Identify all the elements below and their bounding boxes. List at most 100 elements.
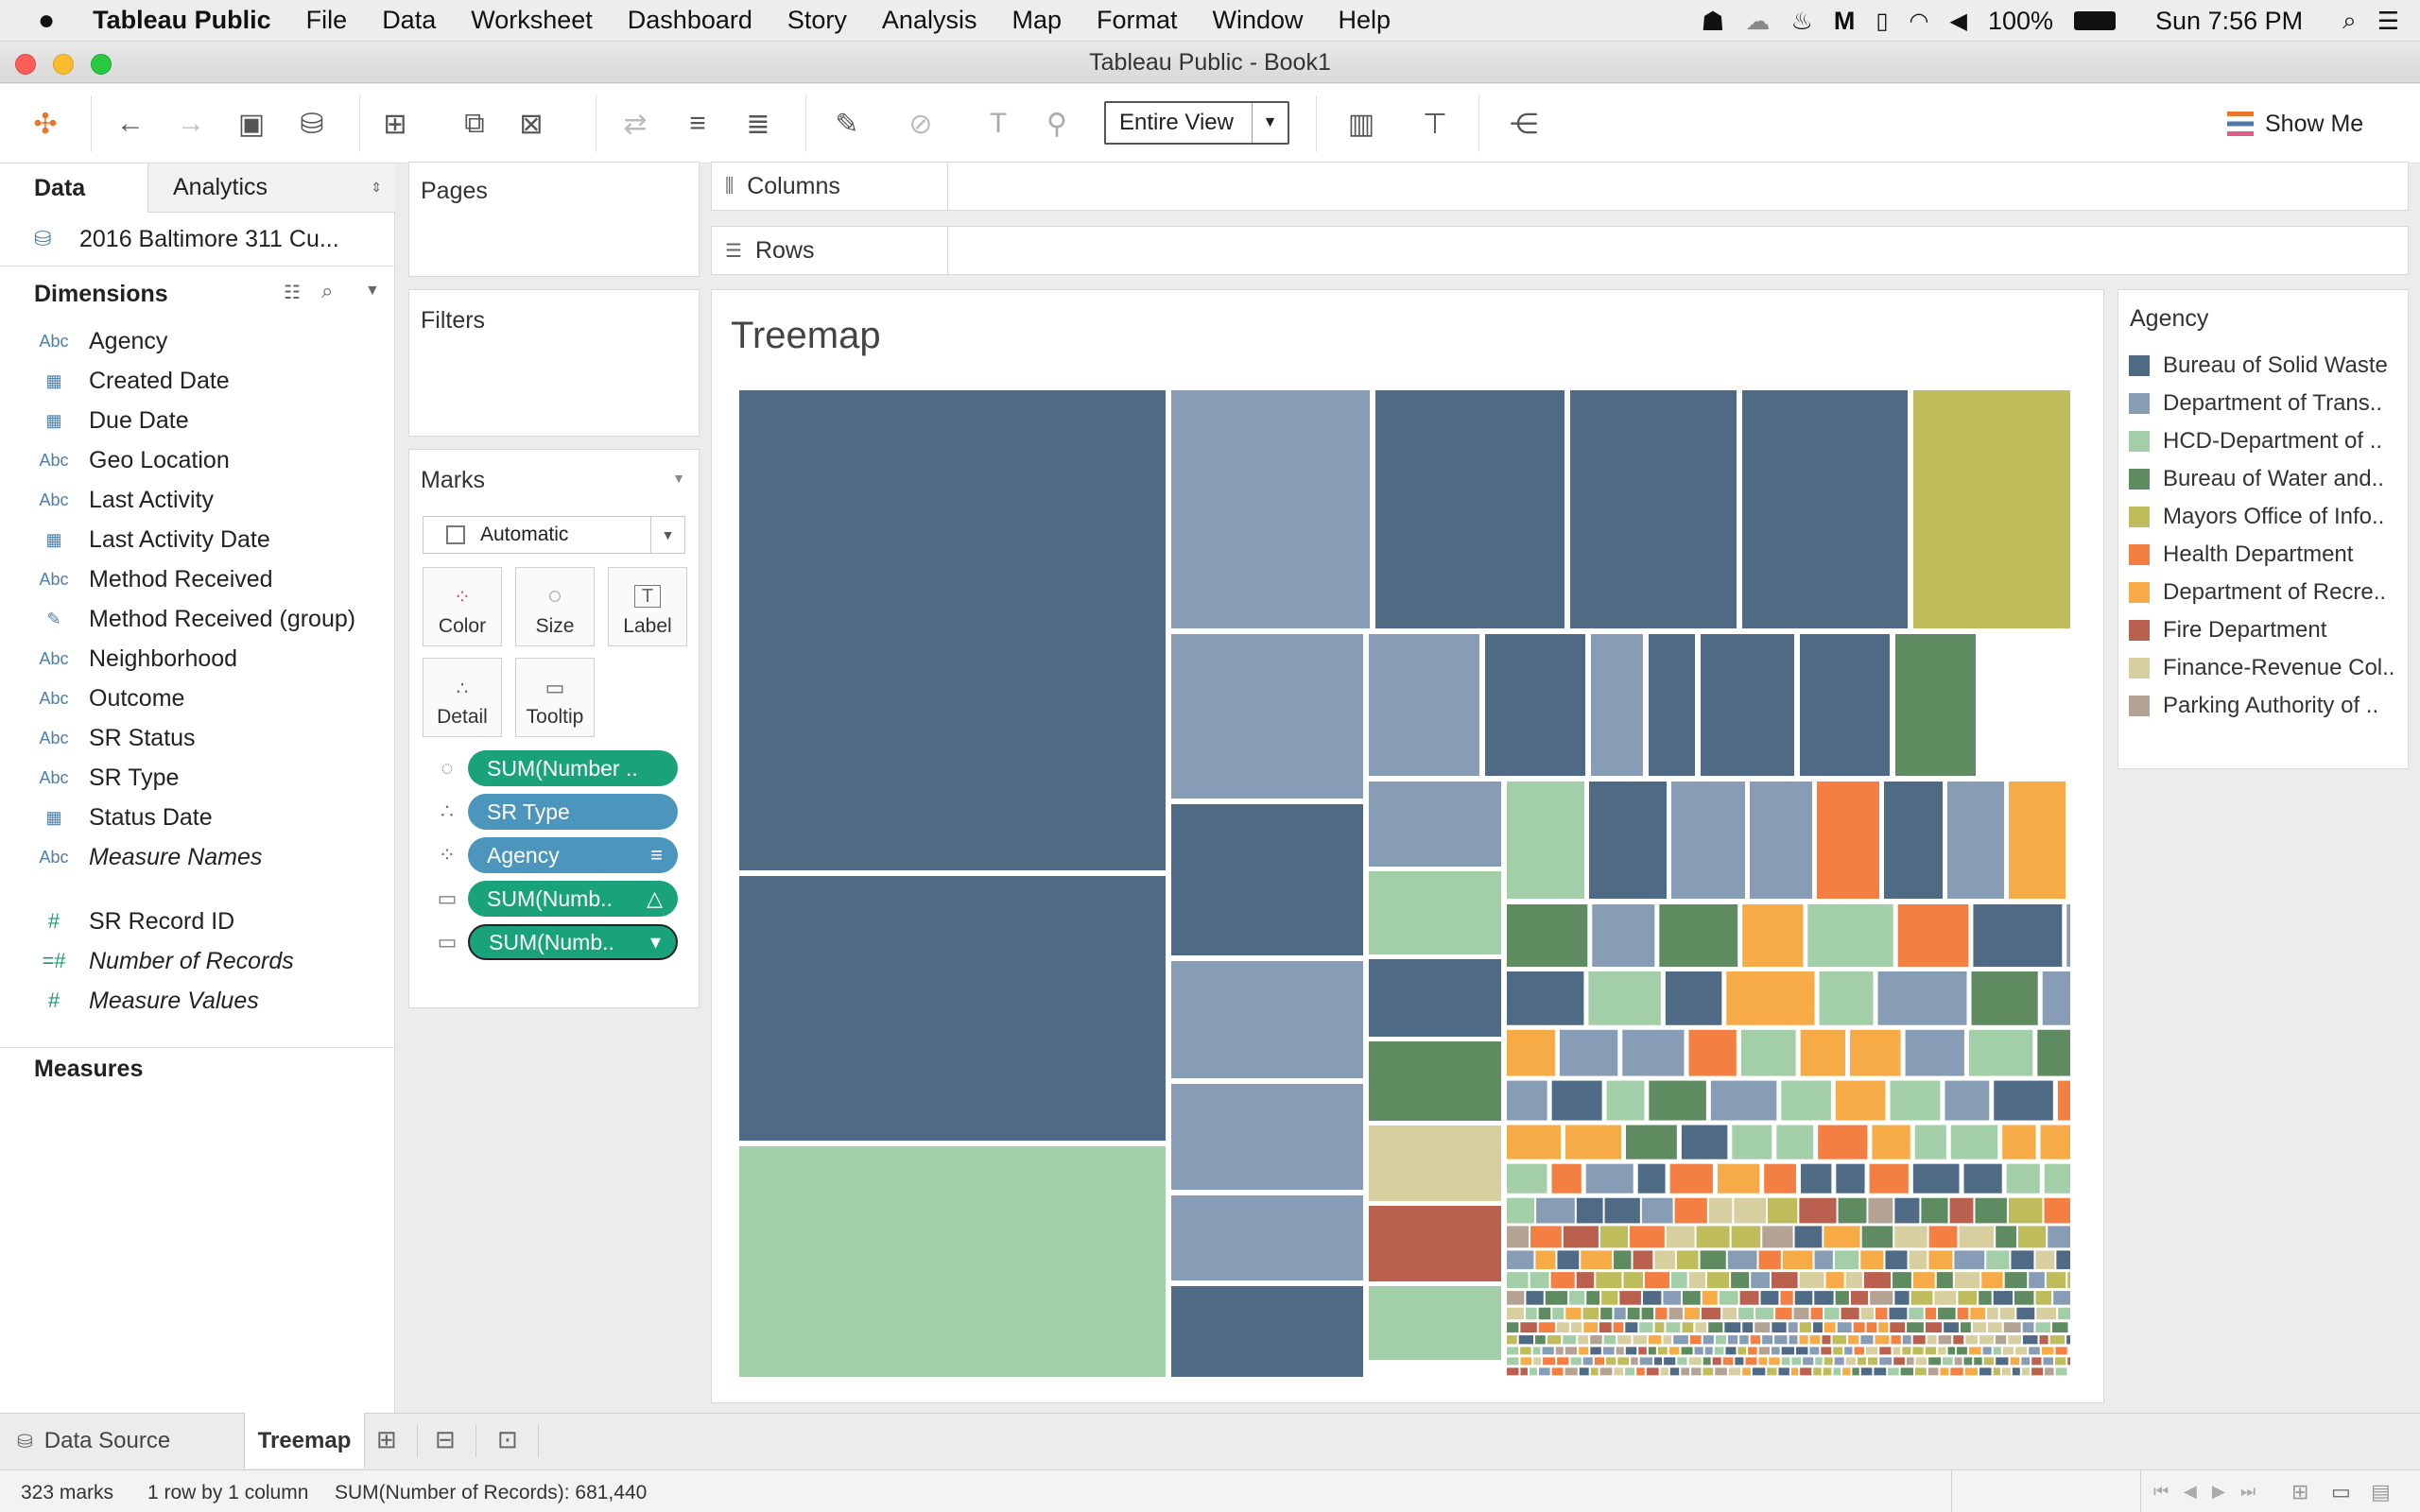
treemap-cell[interactable] [2035, 1250, 2055, 1270]
treemap-cell[interactable] [1507, 1226, 1530, 1248]
treemap-cell[interactable] [1769, 1357, 1780, 1366]
treemap-cell[interactable] [1742, 1367, 1751, 1376]
treemap-cell[interactable] [1375, 390, 1564, 628]
treemap-cell[interactable] [1874, 1367, 1887, 1376]
first-sheet-icon[interactable]: ⏮ [2153, 1482, 2169, 1502]
treemap-cell[interactable] [1536, 1197, 1575, 1224]
treemap-cell[interactable] [1821, 1347, 1832, 1355]
dimension-field[interactable]: Abc SR Status [38, 719, 195, 757]
treemap-cell[interactable] [2041, 1347, 2054, 1355]
treemap-cell[interactable] [739, 390, 1166, 870]
treemap-cell[interactable] [1507, 1163, 1547, 1194]
treemap-cell[interactable] [1865, 1347, 1878, 1355]
treemap-cell[interactable] [1909, 1307, 1924, 1320]
volume-icon[interactable]: ◀ [1950, 8, 1967, 35]
show-filmstrip-icon[interactable]: ▭ [2331, 1480, 2351, 1504]
previous-sheet-icon[interactable]: ◀ [2184, 1482, 2197, 1502]
treemap-cell[interactable] [1369, 1206, 1501, 1281]
treemap-cell[interactable] [1789, 1335, 1798, 1345]
treemap-cell[interactable] [1601, 1291, 1618, 1305]
legend-item[interactable]: Bureau of Solid Waste [2129, 350, 2388, 382]
apple-icon[interactable]: ● [38, 5, 55, 37]
treemap-cell[interactable] [2021, 1367, 2031, 1376]
treemap-cell[interactable] [1727, 1335, 1738, 1345]
treemap-cell[interactable] [2031, 1367, 2044, 1376]
treemap-cell[interactable] [1717, 1163, 1760, 1194]
treemap-cell[interactable] [1614, 1367, 1624, 1376]
treemap-cell[interactable] [2035, 1291, 2052, 1305]
treemap-cell[interactable] [1979, 1367, 1992, 1376]
treemap-cell[interactable] [1809, 1335, 1821, 1345]
treemap-cell[interactable] [1999, 1307, 2015, 1320]
columns-shelf[interactable]: ⫼ Columns [711, 162, 2409, 211]
dimension-field[interactable]: ✎ Method Received (group) [38, 600, 355, 638]
group-members-icon[interactable]: ⊘ [900, 103, 942, 145]
treemap-cell[interactable] [1928, 1226, 1958, 1248]
treemap-cell[interactable] [1812, 1322, 1823, 1333]
treemap-cell[interactable] [1694, 1347, 1703, 1355]
treemap-cell[interactable] [1824, 1322, 1836, 1333]
treemap-cell[interactable] [1762, 1335, 1773, 1345]
swap-rows-columns-icon[interactable]: ⇄ [614, 103, 656, 145]
treemap-cell[interactable] [1893, 1272, 1911, 1289]
treemap-cell[interactable] [1957, 1347, 1967, 1355]
treemap-cell[interactable] [1570, 390, 1737, 628]
treemap-cell[interactable] [1722, 1357, 1734, 1366]
treemap-cell[interactable] [1507, 782, 1584, 899]
treemap-cell[interactable] [1507, 1125, 1562, 1160]
treemap-cell[interactable] [1996, 1357, 2009, 1366]
treemap-cell[interactable] [1616, 1347, 1624, 1355]
treemap-cell[interactable] [1639, 1322, 1653, 1333]
marks-pill[interactable]: SUM(Numb.. ▾ [468, 924, 678, 960]
treemap-cell[interactable] [1518, 1335, 1534, 1345]
treemap-cell[interactable] [1719, 1291, 1738, 1305]
treemap-cell[interactable] [1657, 1347, 1668, 1355]
show-tabs-icon[interactable]: ▤ [2371, 1480, 2391, 1504]
treemap-cell[interactable] [1836, 1163, 1865, 1194]
treemap-cell[interactable] [1825, 1272, 1844, 1289]
treemap-cell[interactable] [1706, 1272, 1730, 1289]
marks-pill[interactable]: SUM(Numb.. △ [468, 881, 678, 917]
treemap-cell[interactable] [1845, 1272, 1862, 1289]
next-sheet-icon[interactable]: ▶ [2212, 1482, 2225, 1502]
size-button[interactable]: ◌ Size [515, 567, 595, 646]
treemap-cell[interactable] [1815, 1357, 1823, 1366]
treemap-cell[interactable] [1590, 1347, 1601, 1355]
treemap-cell[interactable] [1550, 1272, 1575, 1289]
treemap-cell[interactable] [1963, 1357, 1973, 1366]
show-mark-labels-icon[interactable]: T [977, 103, 1019, 145]
fit-dropdown[interactable]: Entire View ▼ [1104, 101, 1289, 145]
new-datasource-icon[interactable]: ⛁ [291, 103, 333, 145]
treemap-cell[interactable] [1824, 1307, 1840, 1320]
legend-item[interactable]: Finance-Revenue Col.. [2129, 652, 2394, 684]
treemap-cell[interactable] [1914, 1125, 1946, 1160]
dimension-field[interactable]: Abc Method Received [38, 560, 272, 598]
treemap-cell[interactable] [1973, 904, 2063, 967]
dimension-field[interactable]: ▦ Created Date [38, 362, 229, 400]
treemap-cell[interactable] [1627, 1307, 1640, 1320]
treemap-cell[interactable] [1986, 1250, 2010, 1270]
treemap-cell[interactable] [1944, 1322, 1959, 1333]
list-icon[interactable]: ☰ [2377, 7, 2399, 36]
treemap-cell[interactable] [1927, 1335, 1937, 1345]
treemap-cell[interactable] [1557, 1250, 1580, 1270]
treemap-cell[interactable] [1794, 1291, 1813, 1305]
treemap-cell[interactable] [1885, 1250, 1908, 1270]
menu-worksheet[interactable]: Worksheet [471, 6, 593, 35]
show-cards-icon[interactable]: ▥ [1340, 103, 1382, 145]
treemap-cell[interactable] [1660, 1367, 1668, 1376]
treemap-cell[interactable] [1814, 1291, 1834, 1305]
treemap-cell[interactable] [1742, 904, 1804, 967]
menu-file[interactable]: File [306, 6, 348, 35]
legend-item[interactable]: Health Department [2129, 539, 2353, 571]
treemap-cell[interactable] [1834, 1250, 1859, 1270]
sort-descending-icon[interactable]: ≣ [737, 103, 779, 145]
treemap-cell[interactable] [1542, 1347, 1554, 1355]
treemap-cell[interactable] [1884, 782, 1943, 899]
treemap-cell[interactable] [1722, 1307, 1737, 1320]
treemap-cell[interactable] [1953, 1335, 1964, 1345]
treemap-cell[interactable] [1912, 1347, 1924, 1355]
treemap-cell[interactable] [1739, 1335, 1749, 1345]
treemap-cell[interactable] [1507, 904, 1588, 967]
treemap-cell[interactable] [1648, 1347, 1656, 1355]
